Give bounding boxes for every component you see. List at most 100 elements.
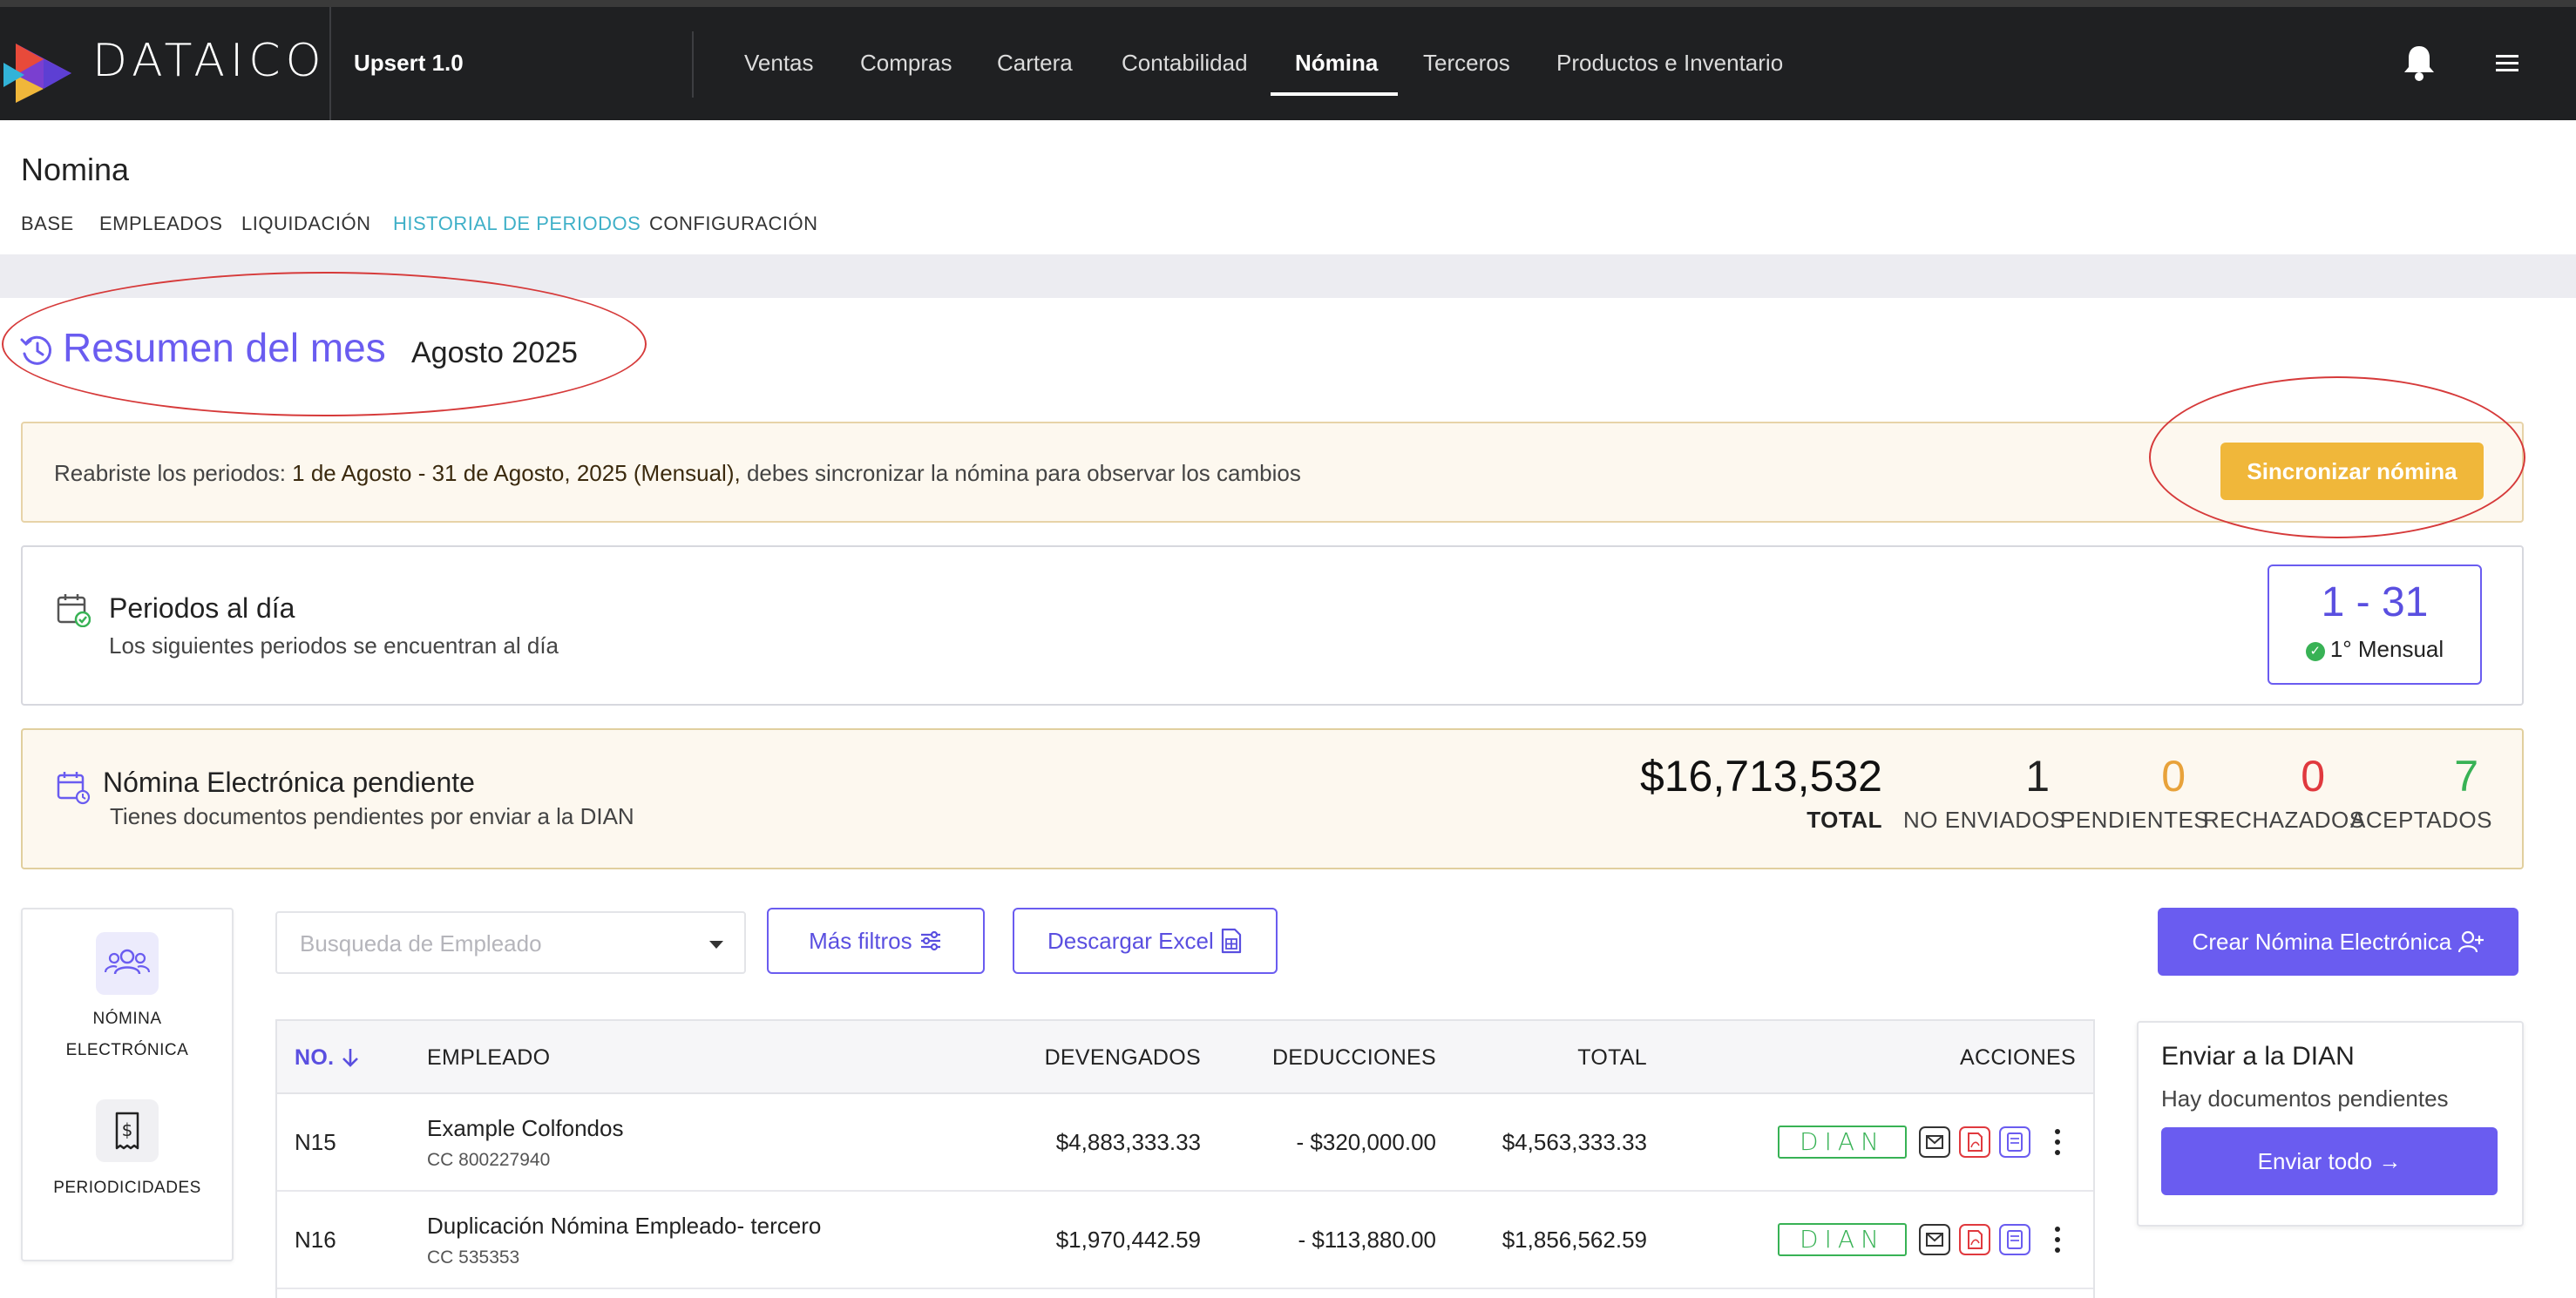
column-header-empleado: EMPLEADO	[427, 1045, 551, 1070]
stat-rechazados-label: RECHAZADOS	[2203, 807, 2365, 833]
period-chip[interactable]: 1 - 31 ✓ 1° Mensual	[2268, 564, 2482, 685]
stat-pendientes-value[interactable]: 0	[2140, 751, 2186, 801]
check-circle-icon: ✓	[2305, 642, 2325, 661]
page-title: Nomina	[21, 152, 130, 187]
more-vertical-icon[interactable]	[2053, 1127, 2062, 1157]
tab-historial-de-periodos[interactable]: HISTORIAL DE PERIODOS	[393, 213, 641, 235]
sidebar-item-label-line1: NÓMINA	[92, 1010, 162, 1028]
sidebar-item-label[interactable]: NÓMINA ELECTRÓNICA	[21, 1004, 234, 1066]
sidebar-item-periodicidades[interactable]: $	[96, 1099, 159, 1162]
arrow-down-icon	[342, 1049, 358, 1067]
devengados-value: $4,883,333.33	[1055, 1129, 1201, 1155]
stat-rechazados-value[interactable]: 0	[2280, 751, 2325, 801]
navbar-divider	[329, 7, 331, 120]
period-range: 1 - 31	[2321, 579, 2429, 625]
download-excel-label: Descargar Excel	[1047, 928, 1214, 954]
calendar-check-icon	[57, 594, 91, 627]
dian-status-badge[interactable]: DIAN	[1778, 1223, 1907, 1256]
annotation-circle	[2, 272, 647, 416]
nav-productos-inventario[interactable]: Productos e Inventario	[1556, 50, 1783, 77]
bell-icon[interactable]	[2402, 44, 2437, 82]
search-placeholder: Busqueda de Empleado	[300, 930, 542, 957]
nav-compras[interactable]: Compras	[860, 50, 952, 77]
document-icon[interactable]	[1999, 1224, 2030, 1255]
column-header-no-label: NO.	[295, 1045, 335, 1070]
alert-suffix: debes sincronizar la nómina para observa…	[740, 460, 1301, 486]
send-all-button[interactable]: Enviar todo →	[2161, 1127, 2498, 1195]
period-label: ✓ 1° Mensual	[2269, 636, 2480, 663]
column-header-acciones: ACCIONES	[1960, 1045, 2076, 1070]
row-number: N16	[295, 1227, 336, 1253]
navbar-divider	[692, 31, 694, 98]
download-excel-button[interactable]: Descargar Excel	[1013, 908, 1278, 974]
email-icon[interactable]	[1919, 1224, 1950, 1255]
svg-text:$: $	[122, 1119, 133, 1140]
tab-configuracion[interactable]: CONFIGURACIÓN	[649, 213, 818, 235]
devengados-value: $1,970,442.59	[1055, 1227, 1201, 1253]
sliders-icon	[920, 930, 940, 951]
create-button-label: Crear Nómina Electrónica	[2192, 929, 2452, 955]
alert-period: 1 de Agosto - 31 de Agosto, 2025 (Mensua…	[292, 460, 741, 486]
column-header-total: TOTAL	[1577, 1045, 1647, 1070]
create-electronic-payroll-button[interactable]: Crear Nómina Electrónica	[2158, 908, 2518, 976]
calendar-clock-icon	[57, 772, 91, 805]
tab-base[interactable]: BASE	[21, 213, 74, 235]
nav-ventas[interactable]: Ventas	[744, 50, 814, 77]
user-plus-icon	[2458, 930, 2484, 953]
email-icon[interactable]	[1919, 1126, 1950, 1158]
send-to-dian-panel: Enviar a la DIAN Hay documentos pendient…	[2137, 1021, 2524, 1227]
annotation-circle	[2149, 376, 2525, 538]
column-header-devengados: DEVENGADOS	[1044, 1045, 1201, 1070]
nav-terceros[interactable]: Terceros	[1423, 50, 1510, 77]
period-label-text: 1° Mensual	[2329, 636, 2444, 662]
dian-status-badge[interactable]: DIAN	[1778, 1126, 1907, 1159]
company-name[interactable]: Upsert 1.0	[354, 50, 464, 77]
send-panel-title: Enviar a la DIAN	[2161, 1042, 2355, 1071]
pdf-icon[interactable]	[1959, 1224, 1990, 1255]
employee-document: CC 535353	[427, 1247, 520, 1268]
employee-search-select[interactable]: Busqueda de Empleado	[275, 911, 746, 974]
alert-message: Reabriste los periodos: 1 de Agosto - 31…	[54, 460, 1301, 487]
nav-contabilidad[interactable]: Contabilidad	[1122, 50, 1248, 77]
send-panel-subtitle: Hay documentos pendientes	[2161, 1085, 2449, 1112]
receipt-icon: $	[115, 1112, 139, 1150]
sidebar-item-nomina-electronica[interactable]	[96, 932, 159, 995]
stat-aceptados-value[interactable]: 7	[2433, 751, 2478, 801]
tab-empleados[interactable]: EMPLEADOS	[99, 213, 222, 235]
spreadsheet-icon	[1221, 928, 1242, 954]
sidebar-item-label[interactable]: PERIODICIDADES	[21, 1173, 234, 1204]
row-number: N15	[295, 1129, 336, 1155]
table-row[interactable]: N15 Example Colfondos CC 800227940 $4,88…	[277, 1094, 2093, 1192]
employee-name[interactable]: Example Colfondos	[427, 1115, 623, 1142]
users-group-icon	[104, 949, 151, 975]
pending-total-label: TOTAL	[1807, 807, 1882, 833]
pdf-icon[interactable]	[1959, 1126, 1990, 1158]
more-filters-button[interactable]: Más filtros	[767, 908, 985, 974]
payroll-table: NO. EMPLEADO DEVENGADOS DEDUCCIONES TOTA…	[275, 1019, 2095, 1298]
total-value: $4,563,333.33	[1502, 1129, 1647, 1155]
pending-total-value: $16,713,532	[1639, 752, 1882, 801]
periods-title: Periodos al día	[109, 592, 295, 624]
nav-nomina[interactable]: Nómina	[1295, 50, 1378, 77]
pending-title: Nómina Electrónica pendiente	[103, 767, 475, 798]
menu-icon[interactable]	[2492, 51, 2522, 75]
periods-subtitle: Los siguientes periodos se encuentran al…	[109, 632, 559, 659]
stat-no-enviados-label: NO ENVIADOS	[1903, 807, 2066, 833]
table-header: NO. EMPLEADO DEVENGADOS DEDUCCIONES TOTA…	[277, 1021, 2093, 1094]
tab-liquidacion[interactable]: LIQUIDACIÓN	[241, 213, 371, 235]
employee-document: CC 800227940	[427, 1150, 551, 1170]
column-header-no[interactable]: NO.	[295, 1045, 360, 1071]
alert-prefix: Reabriste los periodos:	[54, 460, 293, 486]
employee-name[interactable]: Duplicación Nómina Empleado- tercero	[427, 1213, 821, 1240]
column-header-deducciones: DEDUCCIONES	[1271, 1045, 1436, 1070]
chevron-down-icon	[709, 941, 723, 949]
sidebar-item-label-line2: ELECTRÓNICA	[65, 1041, 189, 1059]
table-row[interactable]: N16 Duplicación Nómina Empleado- tercero…	[277, 1192, 2093, 1289]
pending-subtitle: Tienes documentos pendientes por enviar …	[110, 803, 634, 829]
nav-cartera[interactable]: Cartera	[997, 50, 1073, 77]
stat-aceptados-label: ACEPTADOS	[2350, 807, 2492, 833]
dataico-logo-icon	[3, 44, 71, 103]
stat-no-enviados-value[interactable]: 1	[2004, 751, 2050, 801]
document-icon[interactable]	[1999, 1126, 2030, 1158]
more-vertical-icon[interactable]	[2053, 1225, 2062, 1254]
